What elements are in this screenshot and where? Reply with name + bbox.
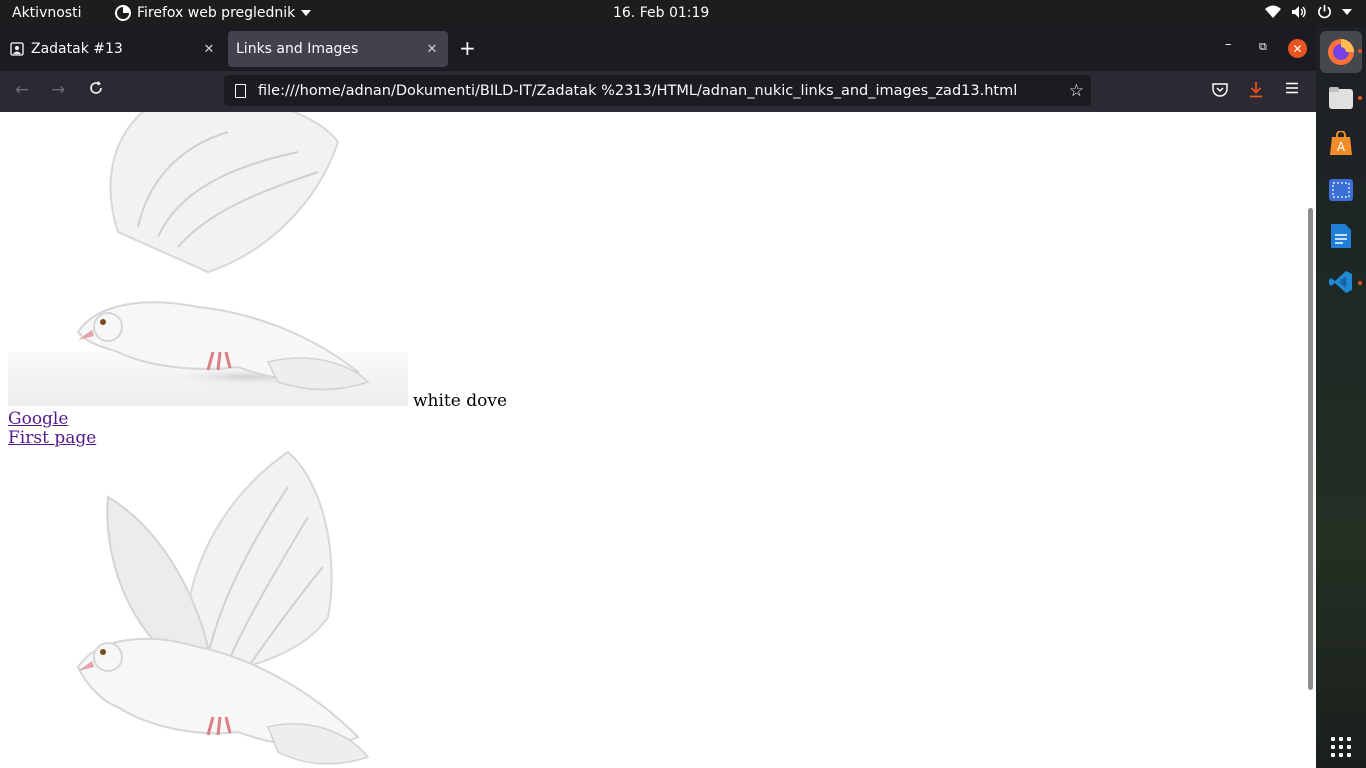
wifi-icon — [1265, 5, 1281, 18]
white-dove-image — [8, 112, 408, 406]
bookmark-star-icon[interactable]: ☆ — [1069, 81, 1084, 101]
page-scrollbar[interactable] — [1308, 208, 1313, 690]
app-menu-label: Firefox web preglednik — [137, 5, 296, 21]
new-tab-button[interactable]: + — [459, 37, 476, 59]
activities-button[interactable]: Aktivnosti — [12, 5, 81, 21]
chevron-down-icon — [301, 10, 312, 16]
screenshot-icon — [1329, 179, 1353, 201]
app-menu[interactable]: Firefox web preglednik — [115, 5, 312, 21]
web-content: white dove Google First page — [0, 112, 1316, 768]
dock-screenshot[interactable] — [1325, 174, 1357, 206]
tab-links-and-images[interactable]: Links and Images ✕ — [228, 31, 448, 67]
forward-button[interactable]: → — [51, 80, 65, 100]
tab-zadatak[interactable]: Zadatak #13 ✕ — [0, 31, 225, 67]
tab-title: Links and Images — [236, 41, 359, 57]
address-bar[interactable]: file:///home/adnan/Dokumenti/BILD-IT/Zad… — [224, 75, 1091, 106]
running-indicator — [1358, 281, 1362, 285]
page-icon — [235, 83, 246, 98]
svg-text:A: A — [1337, 140, 1346, 154]
files-icon — [1329, 87, 1353, 109]
running-indicator — [1358, 49, 1362, 53]
tab-favicon-icon — [10, 42, 24, 56]
back-button[interactable]: ← — [15, 80, 29, 100]
ubuntu-dock: A — [1316, 27, 1366, 768]
dock-vscode[interactable] — [1325, 266, 1357, 298]
clock[interactable]: 16. Feb 01:19 — [613, 5, 709, 21]
close-tab-icon[interactable]: ✕ — [199, 42, 219, 57]
dock-firefox[interactable] — [1320, 31, 1362, 73]
volume-icon — [1292, 5, 1306, 18]
tab-strip: Zadatak #13 ✕ Links and Images ✕ + – ⧉ ✕ — [0, 27, 1316, 71]
minimize-window-button[interactable]: – — [1225, 37, 1232, 52]
system-tray[interactable] — [1265, 4, 1352, 19]
power-icon — [1318, 4, 1331, 19]
download-icon — [1250, 82, 1262, 98]
google-link[interactable]: Google — [8, 409, 68, 429]
menu-icon — [1286, 82, 1298, 94]
vscode-icon — [1329, 271, 1352, 293]
firefox-icon — [1328, 39, 1354, 65]
navigation-toolbar: ← → file:///home/adnan/Dokumenti/BILD-IT… — [0, 71, 1316, 113]
hamburger-menu-button[interactable] — [1284, 80, 1300, 101]
tab-title: Zadatak #13 — [31, 41, 123, 57]
reload-button[interactable] — [88, 80, 104, 101]
maximize-window-button[interactable]: ⧉ — [1259, 40, 1267, 54]
white-dove-image — [8, 447, 408, 768]
close-window-button[interactable]: ✕ — [1288, 39, 1307, 58]
firefox-small-icon — [115, 5, 131, 21]
url-text[interactable]: file:///home/adnan/Dokumenti/BILD-IT/Zad… — [258, 83, 1069, 99]
close-tab-icon[interactable]: ✕ — [422, 42, 442, 57]
downloads-button[interactable] — [1248, 81, 1264, 103]
gnome-top-bar: Aktivnosti Firefox web preglednik 16. Fe… — [0, 0, 1366, 27]
pocket-button[interactable] — [1212, 82, 1228, 102]
first-page-link[interactable]: First page — [8, 428, 96, 448]
image-caption: white dove — [413, 391, 508, 411]
dock-software[interactable]: A — [1325, 128, 1357, 160]
writer-icon — [1331, 224, 1351, 248]
dock-files[interactable] — [1325, 82, 1357, 114]
reload-icon — [90, 81, 102, 94]
show-applications-button[interactable] — [1331, 737, 1351, 757]
chevron-down-icon — [1342, 8, 1352, 15]
pocket-icon — [1212, 83, 1228, 97]
running-indicator — [1358, 96, 1362, 100]
dock-writer[interactable] — [1325, 220, 1357, 252]
software-icon: A — [1330, 131, 1352, 155]
